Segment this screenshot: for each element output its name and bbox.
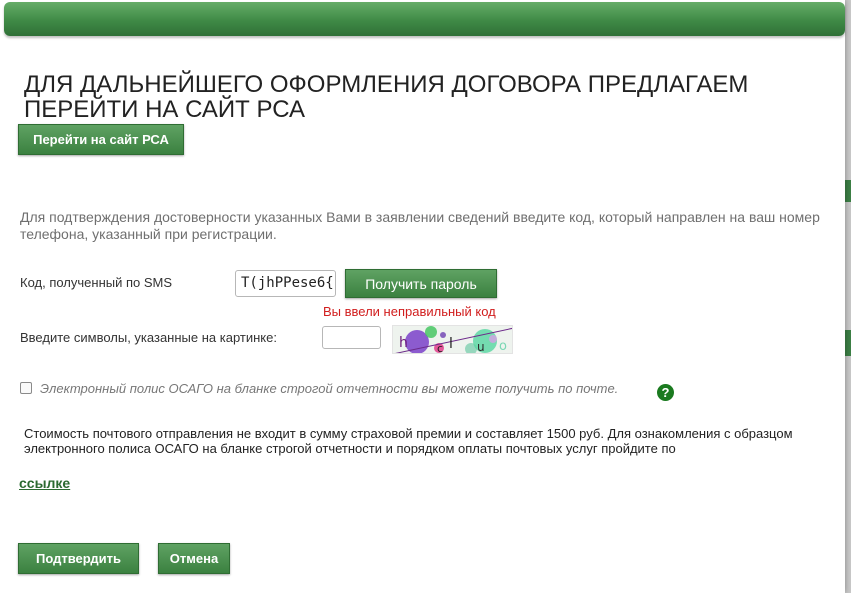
postal-policy-label: Электронный полис ОСАГО на бланке строго… <box>40 381 619 396</box>
get-password-button[interactable]: Получить пароль <box>345 269 497 298</box>
sample-policy-link[interactable]: ссылке <box>19 475 70 491</box>
rsa-redirect-dialog: ДЛЯ ДАЛЬНЕЙШЕГО ОФОРМЛЕНИЯ ДОГОВОРА ПРЕД… <box>0 0 845 593</box>
background-page-element <box>845 180 851 202</box>
cancel-button[interactable]: Отмена <box>158 543 230 574</box>
postal-policy-checkbox[interactable] <box>20 382 32 394</box>
question-circle-icon[interactable]: ? <box>657 384 674 401</box>
dialog-heading: ДЛЯ ДАЛЬНЕЙШЕГО ОФОРМЛЕНИЯ ДОГОВОРА ПРЕД… <box>24 71 749 123</box>
postal-cost-text: Стоимость почтового отправления не входи… <box>24 426 793 456</box>
sms-info-text: Для подтверждения достоверности указанны… <box>20 209 820 242</box>
confirm-button[interactable]: Подтвердить <box>18 543 139 574</box>
sms-code-label: Код, полученный по SMS <box>20 275 173 290</box>
svg-text:u: u <box>477 340 485 354</box>
go-to-rsa-button[interactable]: Перейти на сайт РСА <box>18 124 184 155</box>
captcha-label: Введите символы, указанные на картинке: <box>20 330 277 345</box>
captcha-noise-graphic: h l u o c <box>393 326 512 354</box>
captcha-image[interactable]: h l u o c <box>392 325 513 354</box>
background-page-element <box>845 330 851 356</box>
dialog-header-bar <box>4 2 845 36</box>
svg-text:l: l <box>449 336 453 352</box>
sms-code-input[interactable]: T(jhPPese6{ <box>235 270 336 297</box>
sms-error-message: Вы ввели неправильный код <box>323 304 496 319</box>
captcha-input[interactable] <box>322 326 381 349</box>
svg-text:h: h <box>399 335 408 351</box>
svg-text:c: c <box>437 342 443 354</box>
svg-text:o: o <box>499 339 507 354</box>
